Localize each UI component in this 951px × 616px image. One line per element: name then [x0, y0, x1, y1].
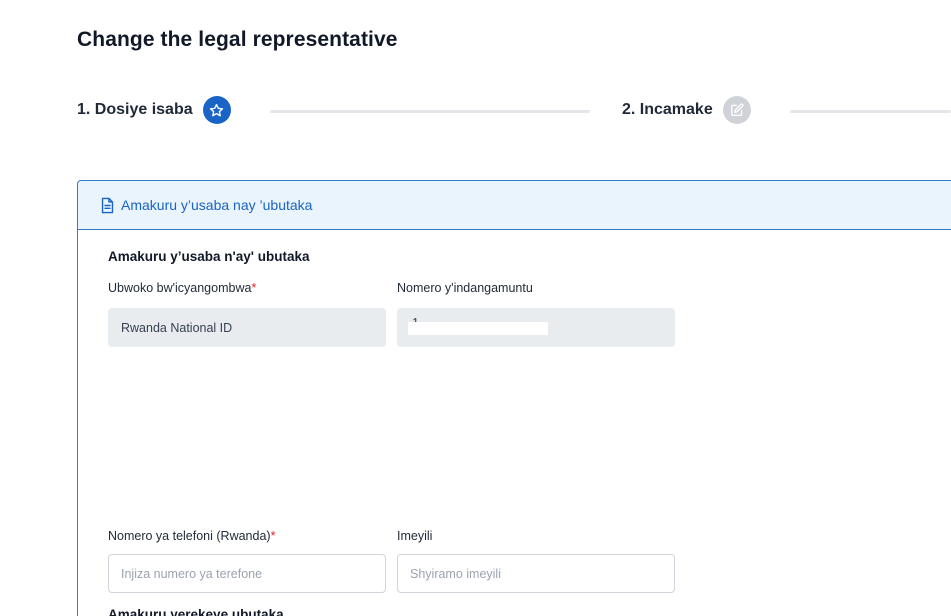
- card-header-title: Amakuru y’usaba nay ’ubutaka: [121, 197, 313, 213]
- id-type-field[interactable]: Rwanda National ID: [108, 308, 386, 347]
- section-title-applicant: Amakuru y’usaba n'ay' ubutaka: [108, 249, 310, 264]
- email-input[interactable]: [410, 566, 674, 581]
- page-title: Change the legal representative: [77, 28, 398, 51]
- phone-input[interactable]: [121, 566, 385, 581]
- phone-label-text: Nomero ya telefoni (Rwanda): [108, 529, 271, 543]
- section-title-land: Amakuru yerekeye ubutaka: [108, 607, 284, 616]
- step-2-label: 2. Incamake: [622, 101, 713, 118]
- step-1[interactable]: 1. Dosiye isaba: [77, 96, 231, 124]
- email-field[interactable]: [397, 554, 675, 593]
- required-marker: *: [251, 281, 257, 295]
- phone-field[interactable]: [108, 554, 386, 593]
- stepper-connector-1: [270, 110, 590, 113]
- id-type-label-text: Ubwoko bw'icyangombwa: [108, 281, 252, 295]
- step-2[interactable]: 2. Incamake: [622, 96, 751, 124]
- id-number-field[interactable]: 1: [397, 308, 675, 347]
- step-1-label: 1. Dosiye isaba: [77, 101, 193, 118]
- applicant-info-card: Amakuru y’usaba nay ’ubutaka Amakuru y’u…: [77, 180, 951, 616]
- page: Change the legal representative 1. Dosiy…: [0, 0, 951, 616]
- star-icon: [202, 96, 231, 124]
- redaction-block: [408, 322, 548, 335]
- required-marker: *: [270, 529, 276, 543]
- id-number-label: Nomero y'indangamuntu: [397, 281, 533, 295]
- edit-icon: [722, 96, 751, 124]
- id-type-value: Rwanda National ID: [121, 320, 233, 335]
- phone-label: Nomero ya telefoni (Rwanda)*: [108, 529, 275, 543]
- document-icon: [100, 197, 115, 214]
- id-type-label: Ubwoko bw'icyangombwa*: [108, 281, 256, 295]
- card-header[interactable]: Amakuru y’usaba nay ’ubutaka: [78, 181, 951, 230]
- email-label: Imeyili: [397, 529, 433, 543]
- stepper-connector-2: [790, 110, 951, 113]
